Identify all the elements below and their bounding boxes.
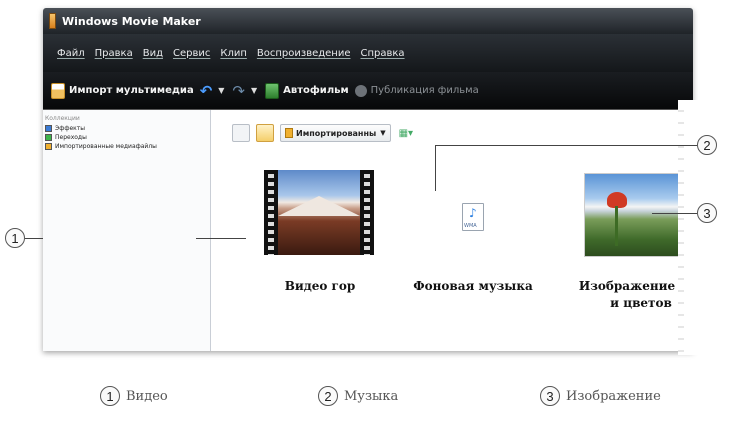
- callout-3: 3: [697, 203, 717, 223]
- menu-bar: Файл Правка Вид Сервис Клип Воспроизведе…: [43, 34, 693, 72]
- menu-edit[interactable]: Правка: [95, 48, 133, 59]
- window-title: Windows Movie Maker: [62, 14, 201, 28]
- leader-line-3: [652, 213, 697, 214]
- film-strip-right: [360, 170, 374, 255]
- collections-pane: Коллекции Эффекты Переходы Импортированн…: [43, 110, 211, 351]
- callout-2: 2: [697, 135, 717, 155]
- collection-imported-label: Импортированные медиафайлы: [55, 143, 157, 150]
- flower-stem: [615, 206, 618, 246]
- photo-label-line2: и цветов: [610, 296, 672, 310]
- publish-icon: [354, 84, 367, 97]
- toggle-pane-icon[interactable]: [232, 124, 250, 142]
- legend-number-3: 3: [540, 386, 560, 406]
- import-media-icon: [51, 82, 65, 99]
- redo-dropdown-icon[interactable]: ▼: [251, 86, 257, 95]
- callout-1: 1: [5, 228, 25, 248]
- menu-tools[interactable]: Сервис: [173, 48, 210, 59]
- autofilm-button[interactable]: Автофильм: [265, 82, 349, 99]
- wma-file-icon[interactable]: ♪ WMA: [462, 203, 484, 231]
- redo-icon[interactable]: ↷: [232, 82, 245, 100]
- legend-music: 2 Музыка: [318, 386, 398, 406]
- main-toolbar: Импорт мультимедиа ↶ ▼ ↷ ▼ Автофильм Пуб…: [43, 72, 693, 110]
- collection-effects-label: Эффекты: [55, 125, 85, 132]
- effects-icon: [45, 125, 52, 132]
- film-strip-left: [264, 170, 278, 255]
- view-options-icon[interactable]: ▦▾: [399, 128, 413, 139]
- collection-imported-media[interactable]: Импортированные медиафайлы: [45, 142, 210, 151]
- chevron-down-icon: ▼: [380, 129, 386, 137]
- autofilm-label: Автофильм: [283, 85, 349, 96]
- collection-dropdown-label: Импортированны: [296, 128, 377, 138]
- legend-text-video: Видео: [126, 388, 168, 404]
- legend-image: 3 Изображение: [540, 386, 661, 406]
- collection-transitions[interactable]: Переходы: [45, 133, 210, 142]
- legend-number-1: 1: [100, 386, 120, 406]
- collections-title: Коллекции: [45, 115, 80, 122]
- publish-movie-label: Публикация фильма: [370, 85, 479, 96]
- menu-playback[interactable]: Воспроизведение: [257, 48, 351, 59]
- video-label: Видео гор: [284, 279, 356, 293]
- menu-file[interactable]: Файл: [57, 48, 85, 59]
- legend-video: 1 Видео: [100, 386, 168, 406]
- content-pane: Импортированны ▼ ▦▾ Видео гор ♪ WMA Фоно…: [212, 110, 693, 351]
- leader-line-1a: [25, 238, 43, 239]
- legend-number-2: 2: [318, 386, 338, 406]
- import-media-label: Импорт мультимедиа: [69, 85, 194, 96]
- undo-dropdown-icon[interactable]: ▼: [218, 86, 224, 95]
- collection-dropdown[interactable]: Импортированны ▼: [280, 124, 391, 142]
- publish-movie-button[interactable]: Публикация фильма: [354, 84, 479, 97]
- autofilm-icon: [265, 82, 280, 99]
- folder-icon: [45, 143, 52, 150]
- menu-clip[interactable]: Клип: [220, 48, 247, 59]
- photo-thumbnail[interactable]: [584, 173, 693, 257]
- legend-text-image: Изображение: [566, 388, 661, 404]
- legend-text-music: Музыка: [344, 388, 399, 404]
- undo-icon[interactable]: ↶: [200, 82, 213, 100]
- folder-icon: [285, 128, 293, 138]
- leader-line-2v: [435, 145, 436, 191]
- app-icon: [49, 13, 56, 29]
- menu-view[interactable]: Вид: [143, 48, 163, 59]
- mountain-peak: [278, 196, 360, 216]
- photo-label: Изображение гор и цветов: [572, 278, 693, 312]
- transitions-icon: [45, 134, 52, 141]
- leader-line-2h: [435, 145, 697, 146]
- collections-view-icon[interactable]: [256, 124, 274, 142]
- collection-effects[interactable]: Эффекты: [45, 124, 210, 133]
- title-bar: Windows Movie Maker: [43, 8, 693, 34]
- collection-transitions-label: Переходы: [55, 134, 87, 141]
- movie-maker-window: Windows Movie Maker Файл Правка Вид Серв…: [43, 8, 693, 351]
- music-note-icon: ♪: [469, 206, 477, 220]
- leader-line-1b: [196, 238, 246, 239]
- photo-label-line1: Изображение гор: [578, 279, 693, 293]
- menu-help[interactable]: Справка: [361, 48, 405, 59]
- import-media-button[interactable]: Импорт мультимедиа: [51, 82, 194, 99]
- torn-edge-shadow: [678, 100, 684, 355]
- content-toolbar: Импортированны ▼ ▦▾: [232, 124, 413, 142]
- video-thumbnail[interactable]: [264, 170, 374, 255]
- music-label: Фоновая музыка: [413, 279, 533, 293]
- wma-file-type: WMA: [464, 223, 477, 229]
